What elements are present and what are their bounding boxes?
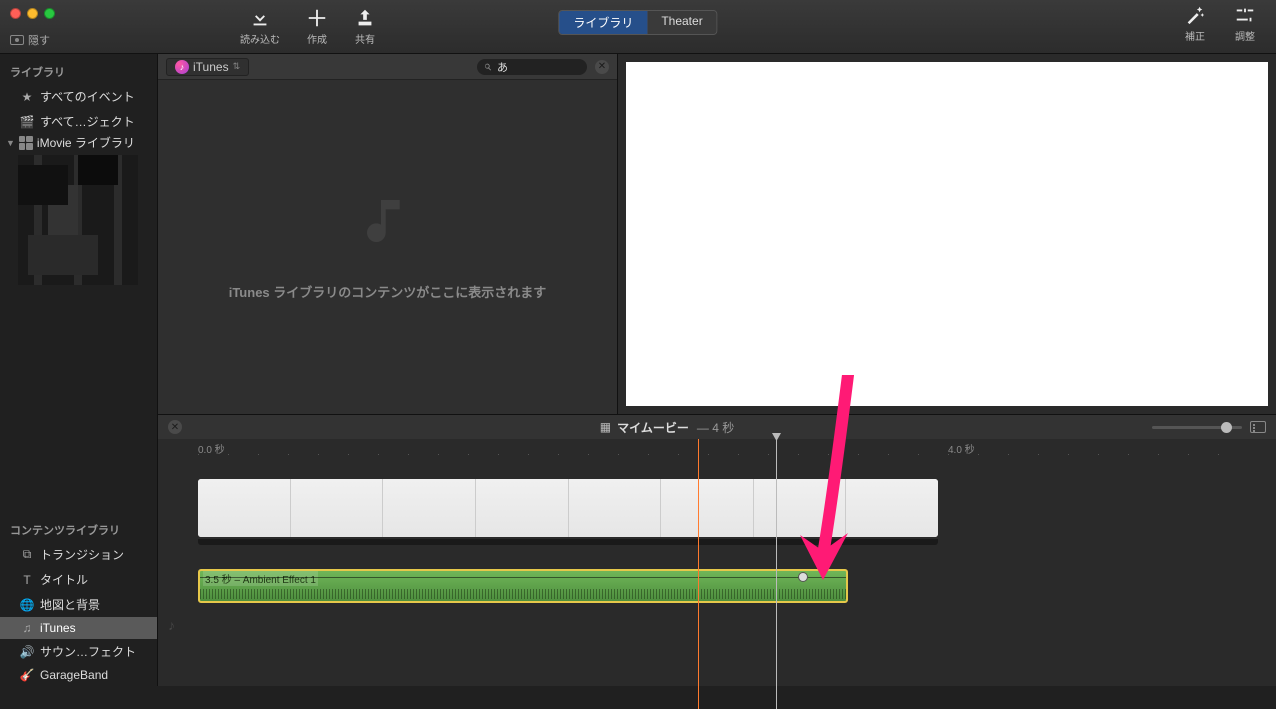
sliders-icon [1234,4,1256,26]
import-button[interactable]: 読み込む [240,7,280,46]
chevron-updown-icon: ⇅ [233,61,241,72]
sidebar-toggle-icon [10,35,24,45]
star-icon: ★ [20,90,34,104]
window-controls [10,8,55,19]
speaker-icon: 🔊 [20,645,34,659]
audio-clip[interactable]: 3.5 秒 – Ambient Effect 1 [198,569,848,603]
timeline: ✕ ▦ マイムービー — 4 秒 0.0 秒 4.0 秒 [158,414,1276,686]
share-button[interactable]: 共有 [354,7,376,46]
skimmer-line [698,439,699,709]
search-input[interactable] [497,61,557,73]
video-track-placeholder[interactable] [198,479,938,537]
enhance-button[interactable]: 補正 [1184,4,1206,43]
fade-handle[interactable] [798,572,808,582]
sidebar-item-titles[interactable]: T タイトル [0,567,157,592]
sidebar-item-sound-effects[interactable]: 🔊 サウン…フェクト [0,639,157,664]
library-thumbnail-redacted [18,155,138,285]
sidebar-item-label: すべて…ジェクト [40,113,135,130]
music-note-icon: ♫ [20,621,34,635]
audio-clip-label: 3.5 秒 – Ambient Effect 1 [203,571,318,586]
share-label: 共有 [355,31,375,46]
content-library-header: コンテンツライブラリ [0,518,157,542]
disclosure-triangle-icon: ▼ [6,138,15,148]
sidebar-item-label: 地図と背景 [40,596,100,613]
library-header: ライブラリ [0,60,157,84]
project-duration: — 4 秒 [697,419,734,436]
transition-icon: ⧉ [20,547,34,562]
minimize-window-button[interactable] [27,8,38,19]
project-icon: ▦ [600,420,609,434]
search-field[interactable] [477,59,587,75]
ruler-tick-end: 4.0 秒 [948,441,975,456]
sidebar-item-label: すべてのイベント [40,88,135,105]
source-dropdown[interactable]: ♪ iTunes ⇅ [166,58,249,76]
library-grid-icon [19,136,33,150]
video-preview[interactable] [626,62,1268,406]
waveform [200,589,846,599]
sidebar-item-all-events[interactable]: ★ すべてのイベント [0,84,157,109]
clear-search-button[interactable]: ✕ [595,60,609,74]
zoom-slider[interactable] [1152,426,1242,429]
guitar-icon: 🎸 [20,668,34,682]
timeline-ruler[interactable]: 0.0 秒 4.0 秒 [198,439,1236,459]
create-label: 作成 [307,31,327,46]
sidebar: ライブラリ ★ すべてのイベント 🎬 すべて…ジェクト ▼ iMovie ライブ… [0,54,158,686]
top-toolbar: 隠す 読み込む 作成 共有 ライブラリ Theater 補正 [0,0,1276,54]
wand-icon [1184,4,1206,26]
globe-icon: 🌐 [20,598,34,612]
source-label: iTunes [193,60,229,74]
preview-pane [618,54,1276,414]
clip-view-button[interactable] [1250,421,1266,433]
sidebar-item-itunes[interactable]: ♫ iTunes [0,617,157,639]
sidebar-item-label: GarageBand [40,668,108,682]
title-icon: T [20,573,34,587]
view-segment: ライブラリ Theater [558,10,717,35]
zoom-window-button[interactable] [44,8,55,19]
segment-library[interactable]: ライブラリ [558,10,648,35]
sidebar-item-label: サウン…フェクト [40,643,136,660]
hide-label: 隠す [28,32,50,48]
clapboard-icon: 🎬 [20,115,34,129]
browser-placeholder-message: iTunes ライブラリのコンテンツがここに表示されます [229,282,547,301]
close-window-button[interactable] [10,8,21,19]
segment-theater[interactable]: Theater [647,11,716,34]
music-placeholder-icon [360,193,416,252]
adjust-button[interactable]: 調整 [1234,4,1256,43]
share-icon [354,7,376,29]
project-name: マイムービー [617,419,689,436]
sidebar-item-label: iMovie ライブラリ [37,134,135,151]
sidebar-item-imovie-library[interactable]: ▼ iMovie ライブラリ [0,134,157,151]
sidebar-item-transitions[interactable]: ⧉ トランジション [0,542,157,567]
plus-icon [306,7,328,29]
video-track-shadow [198,539,938,545]
media-browser: ♪ iTunes ⇅ ✕ [158,54,618,414]
download-arrow-icon [249,7,271,29]
audio-track-icon: ♪ [168,617,175,633]
enhance-label: 補正 [1185,28,1205,43]
sidebar-item-garageband[interactable]: 🎸 GarageBand [0,664,157,686]
sidebar-item-label: トランジション [40,546,124,563]
volume-line[interactable] [200,577,846,578]
itunes-icon: ♪ [175,60,189,74]
adjust-label: 調整 [1235,28,1255,43]
search-icon [483,62,493,72]
sidebar-item-label: タイトル [40,571,88,588]
sidebar-item-label: iTunes [40,621,76,635]
create-button[interactable]: 作成 [306,7,328,46]
playhead[interactable] [776,439,777,709]
sidebar-item-maps[interactable]: 🌐 地図と背景 [0,592,157,617]
close-timeline-button[interactable]: ✕ [168,420,182,434]
sidebar-item-all-projects[interactable]: 🎬 すべて…ジェクト [0,109,157,134]
ruler-tick-start: 0.0 秒 [198,441,225,456]
import-label: 読み込む [240,31,280,46]
hide-sidebar-button[interactable]: 隠す [10,32,50,48]
